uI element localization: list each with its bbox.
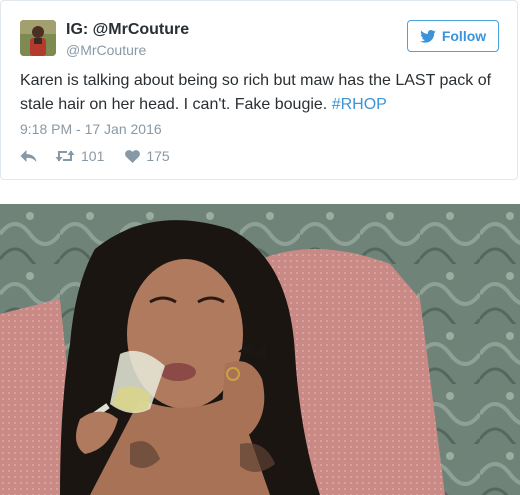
like-count: 175	[146, 148, 170, 164]
user-handle[interactable]: @MrCouture	[66, 42, 146, 58]
retweet-icon	[55, 149, 75, 163]
retweet-count: 101	[81, 148, 105, 164]
follow-label: Follow	[441, 28, 487, 44]
display-name[interactable]: IG: @MrCouture	[66, 21, 189, 39]
reply-icon	[20, 149, 37, 163]
tweet-card: IG: @MrCouture @MrCouture Follow Karen i…	[0, 0, 518, 180]
tweet-actions: 101 175	[20, 147, 170, 165]
heart-icon	[125, 149, 141, 163]
tweet-text: Karen is talking about being so rich but…	[20, 69, 505, 117]
retweet-button[interactable]: 101	[55, 148, 104, 164]
avatar[interactable]	[20, 20, 56, 56]
follow-button[interactable]: Follow	[407, 20, 499, 52]
hashtag-link[interactable]: #RHOP	[332, 96, 387, 113]
tweet-photo[interactable]	[0, 204, 520, 495]
twitter-bird-icon	[420, 29, 436, 43]
tweet-body: Karen is talking about being so rich but…	[20, 72, 492, 113]
tweet-timestamp[interactable]: 9:18 PM - 17 Jan 2016	[20, 121, 162, 137]
reply-button[interactable]	[20, 149, 37, 163]
like-button[interactable]: 175	[125, 148, 170, 164]
